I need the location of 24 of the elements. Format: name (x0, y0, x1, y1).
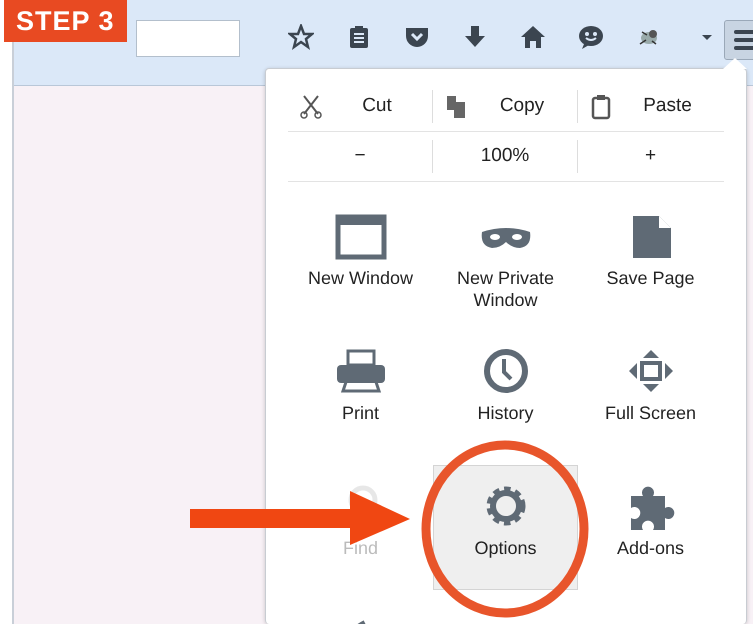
menu-item[interactable]: Add-ons (578, 465, 723, 590)
paste-icon (590, 94, 612, 120)
zoom-in-button[interactable]: + (644, 142, 656, 171)
menu-item[interactable]: Options (433, 465, 578, 590)
copy-icon (445, 94, 467, 120)
menu-item[interactable]: New Window (288, 195, 433, 320)
menu-item[interactable]: Print (288, 330, 433, 455)
home-icon[interactable] (520, 24, 546, 50)
address-field[interactable] (136, 20, 240, 57)
zoom-level: 100% (480, 144, 530, 168)
cut-button[interactable]: Cut (322, 92, 432, 121)
menu-item[interactable]: Full Screen (578, 330, 723, 455)
chat-icon[interactable] (578, 24, 604, 50)
scissors-icon (300, 94, 322, 120)
menu-item[interactable]: History (433, 330, 578, 455)
step-badge: STEP 3 (4, 0, 127, 42)
window-icon (334, 214, 386, 260)
menu-item[interactable]: Save Page (578, 195, 723, 320)
menu-item[interactable]: New Private Window (433, 195, 578, 320)
paste-button[interactable]: Paste (612, 92, 723, 121)
copy-button[interactable]: Copy (467, 92, 577, 121)
zoom-out-button[interactable]: − (354, 142, 366, 171)
printer-icon (334, 349, 386, 395)
star-icon[interactable] (288, 24, 314, 50)
